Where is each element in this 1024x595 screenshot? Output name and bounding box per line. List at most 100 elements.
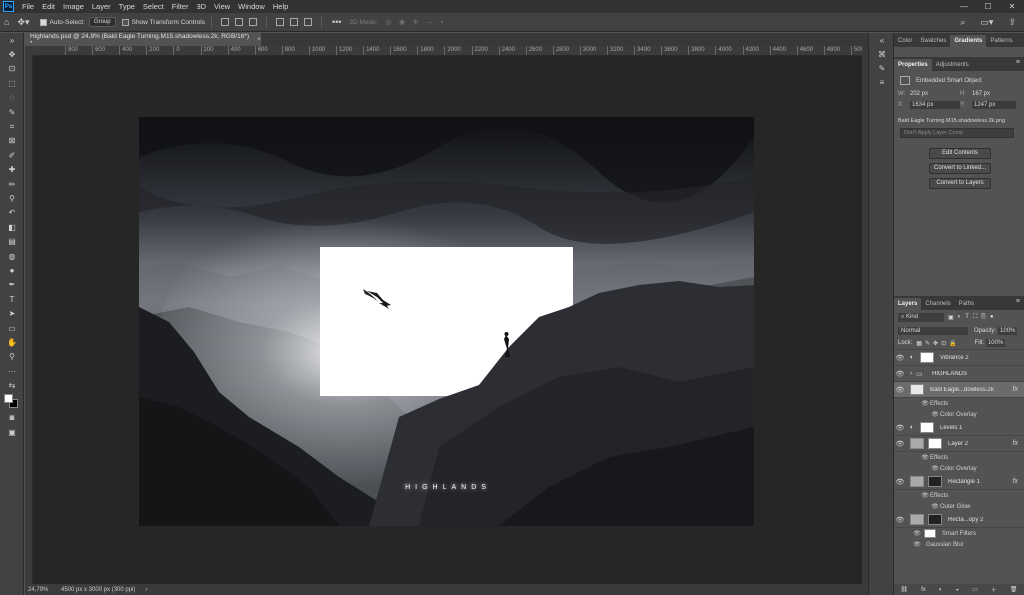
layer-row[interactable]: 👁 › ▭ HIGHLANDS — [894, 366, 1024, 382]
filter-type-icon[interactable]: T — [965, 314, 969, 320]
close-window-button[interactable]: ✕ — [1000, 0, 1024, 13]
color-swatches[interactable] — [0, 393, 24, 411]
fx-icon[interactable]: fx — [1013, 386, 1018, 393]
layer-row[interactable]: 👁 Rectangle 1 fx — [894, 474, 1024, 490]
menu-filter[interactable]: Filter — [168, 2, 193, 11]
menu-help[interactable]: Help — [269, 2, 292, 11]
align-bottom-icon[interactable] — [303, 18, 312, 26]
brushes-panel-icon[interactable]: ✎ — [869, 61, 895, 75]
tab-swatches[interactable]: Swatches — [916, 35, 950, 47]
visibility-eye-icon[interactable]: 👁 — [894, 424, 906, 432]
hand-tool-icon[interactable]: ✋ — [0, 335, 24, 349]
menu-window[interactable]: Window — [234, 2, 269, 11]
ruler-origin[interactable] — [25, 46, 33, 56]
move-tool-icon[interactable]: ✥ — [0, 47, 24, 61]
layer-mask-thumbnail[interactable] — [920, 422, 934, 433]
lock-position-icon[interactable]: ✥ — [933, 340, 938, 347]
filter-adjustment-icon[interactable]: ◐ — [958, 314, 962, 320]
effects-row[interactable]: 👁 Effects — [894, 452, 1024, 463]
visibility-eye-icon[interactable]: 👁 — [920, 400, 930, 407]
align-top-icon[interactable] — [275, 18, 284, 26]
eraser-tool-icon[interactable]: ◧ — [0, 220, 24, 234]
menu-edit[interactable]: Edit — [38, 2, 59, 11]
zoom-level[interactable]: 24,79% — [25, 587, 61, 593]
rectangle-tool-icon[interactable]: ▭ — [0, 321, 24, 335]
3d-orbit-icon[interactable]: ◎ — [386, 18, 392, 26]
3d-pan-icon[interactable]: ✣ — [413, 18, 418, 26]
width-field[interactable]: 202 px — [910, 91, 960, 97]
visibility-eye-icon[interactable]: 👁 — [894, 516, 906, 524]
tab-layers[interactable]: Layers — [894, 298, 922, 310]
healing-brush-tool-icon[interactable]: ✚ — [0, 163, 24, 177]
path-selection-tool-icon[interactable]: ➤ — [0, 306, 24, 320]
clone-stamp-tool-icon[interactable]: ⚲ — [0, 191, 24, 205]
y-field[interactable]: 1247 px — [972, 101, 1016, 109]
filter-kind-dropdown[interactable]: ⌕ Kind — [898, 312, 944, 322]
visibility-eye-icon[interactable]: 👁 — [912, 541, 922, 548]
visibility-eye-icon[interactable]: 👁 — [894, 440, 906, 448]
add-style-icon[interactable]: fx — [921, 587, 926, 593]
align-center-icon[interactable] — [234, 18, 243, 26]
effect-row[interactable]: 👁 Color Overlay — [894, 463, 1024, 474]
filter-smart-object-icon[interactable]: ⎘ — [981, 314, 986, 321]
minimize-button[interactable]: — — [952, 0, 976, 13]
lock-all-icon[interactable]: 🔒 — [949, 340, 956, 347]
pen-tool-icon[interactable]: ✒ — [0, 278, 24, 292]
x-field[interactable]: 1634 px — [910, 101, 960, 109]
tab-channels[interactable]: Channels — [921, 298, 954, 310]
tab-gradients[interactable]: Gradients — [950, 35, 987, 47]
auto-select-checkbox[interactable] — [39, 18, 47, 26]
add-mask-icon[interactable]: ◐ — [939, 587, 943, 593]
quick-select-tool-icon[interactable]: ✎ — [0, 105, 24, 119]
visibility-eye-icon[interactable]: 👁 — [894, 354, 906, 362]
3d-scale-icon[interactable]: ▪ — [441, 19, 443, 26]
fx-icon[interactable]: fx — [1013, 440, 1018, 447]
history-brush-tool-icon[interactable]: ↶ — [0, 206, 24, 220]
layer-comp-dropdown[interactable]: Don't Apply Layer Comp — [900, 128, 1014, 138]
edit-contents-button[interactable]: Edit Contents — [929, 148, 991, 159]
link-layers-icon[interactable]: ⛓ — [901, 586, 909, 593]
visibility-eye-icon[interactable]: 👁 — [912, 530, 922, 537]
marquee-tool-icon[interactable]: ⬚ — [0, 76, 24, 90]
3d-slide-icon[interactable]: ⇔ — [426, 19, 433, 26]
smart-filters-row[interactable]: 👁 Smart Filters — [894, 528, 1024, 539]
blur-tool-icon[interactable]: ◍ — [0, 249, 24, 263]
edit-toolbar-icon[interactable]: ··· — [0, 364, 24, 378]
lasso-tool-icon[interactable]: ◌ — [0, 91, 24, 105]
menu-3d[interactable]: 3D — [192, 2, 210, 11]
tab-color[interactable]: Color — [894, 35, 916, 47]
maximize-button[interactable]: ☐ — [976, 0, 1000, 13]
visibility-eye-icon[interactable]: 👁 — [930, 465, 940, 472]
menu-layer[interactable]: Layer — [88, 2, 115, 11]
visibility-eye-icon[interactable]: 👁 — [894, 370, 906, 378]
menu-type[interactable]: Type — [115, 2, 139, 11]
document-canvas[interactable] — [139, 117, 754, 526]
crop-tool-icon[interactable]: ⌗ — [0, 119, 24, 133]
brush-tool-icon[interactable]: ✏ — [0, 177, 24, 191]
menu-select[interactable]: Select — [139, 2, 168, 11]
menu-view[interactable]: View — [210, 2, 234, 11]
tab-properties[interactable]: Properties — [894, 59, 932, 71]
eyedropper-tool-icon[interactable]: ✐ — [0, 148, 24, 162]
3d-roll-icon[interactable]: ◉ — [399, 18, 405, 26]
layer-row[interactable]: 👁 Recta...opy 2 — [894, 512, 1024, 528]
align-middle-icon[interactable] — [289, 18, 298, 26]
zoom-tool-icon[interactable]: ⚲ — [0, 350, 24, 364]
effect-row[interactable]: 👁 Color Overlay — [894, 409, 1024, 420]
panel-menu-icon[interactable]: ≡ — [1016, 59, 1020, 66]
adjustments-panel-icon[interactable]: ≡ — [869, 75, 895, 89]
gradient-tool-icon[interactable]: ▤ — [0, 234, 24, 248]
visibility-eye-icon[interactable]: 👁 — [920, 454, 930, 461]
filter-row[interactable]: 👁 Gaussian Blur — [894, 539, 1024, 550]
layer-mask-thumbnail[interactable] — [928, 476, 942, 487]
move-tool-preset-icon[interactable]: ✥▾ — [17, 17, 29, 28]
filter-shape-icon[interactable]: ⛶ — [973, 314, 977, 321]
expand-panels-icon[interactable]: « — [869, 33, 895, 47]
dodge-tool-icon[interactable]: ● — [0, 263, 24, 277]
filter-pixel-icon[interactable]: ▣ — [948, 314, 954, 321]
align-right-icon[interactable] — [248, 18, 257, 26]
frame-tool-icon[interactable]: ⊠ — [0, 134, 24, 148]
fill-field[interactable]: 100% — [985, 339, 1006, 347]
tab-patterns[interactable]: Patterns — [986, 35, 1016, 47]
opacity-field[interactable]: 100% — [998, 326, 1018, 335]
